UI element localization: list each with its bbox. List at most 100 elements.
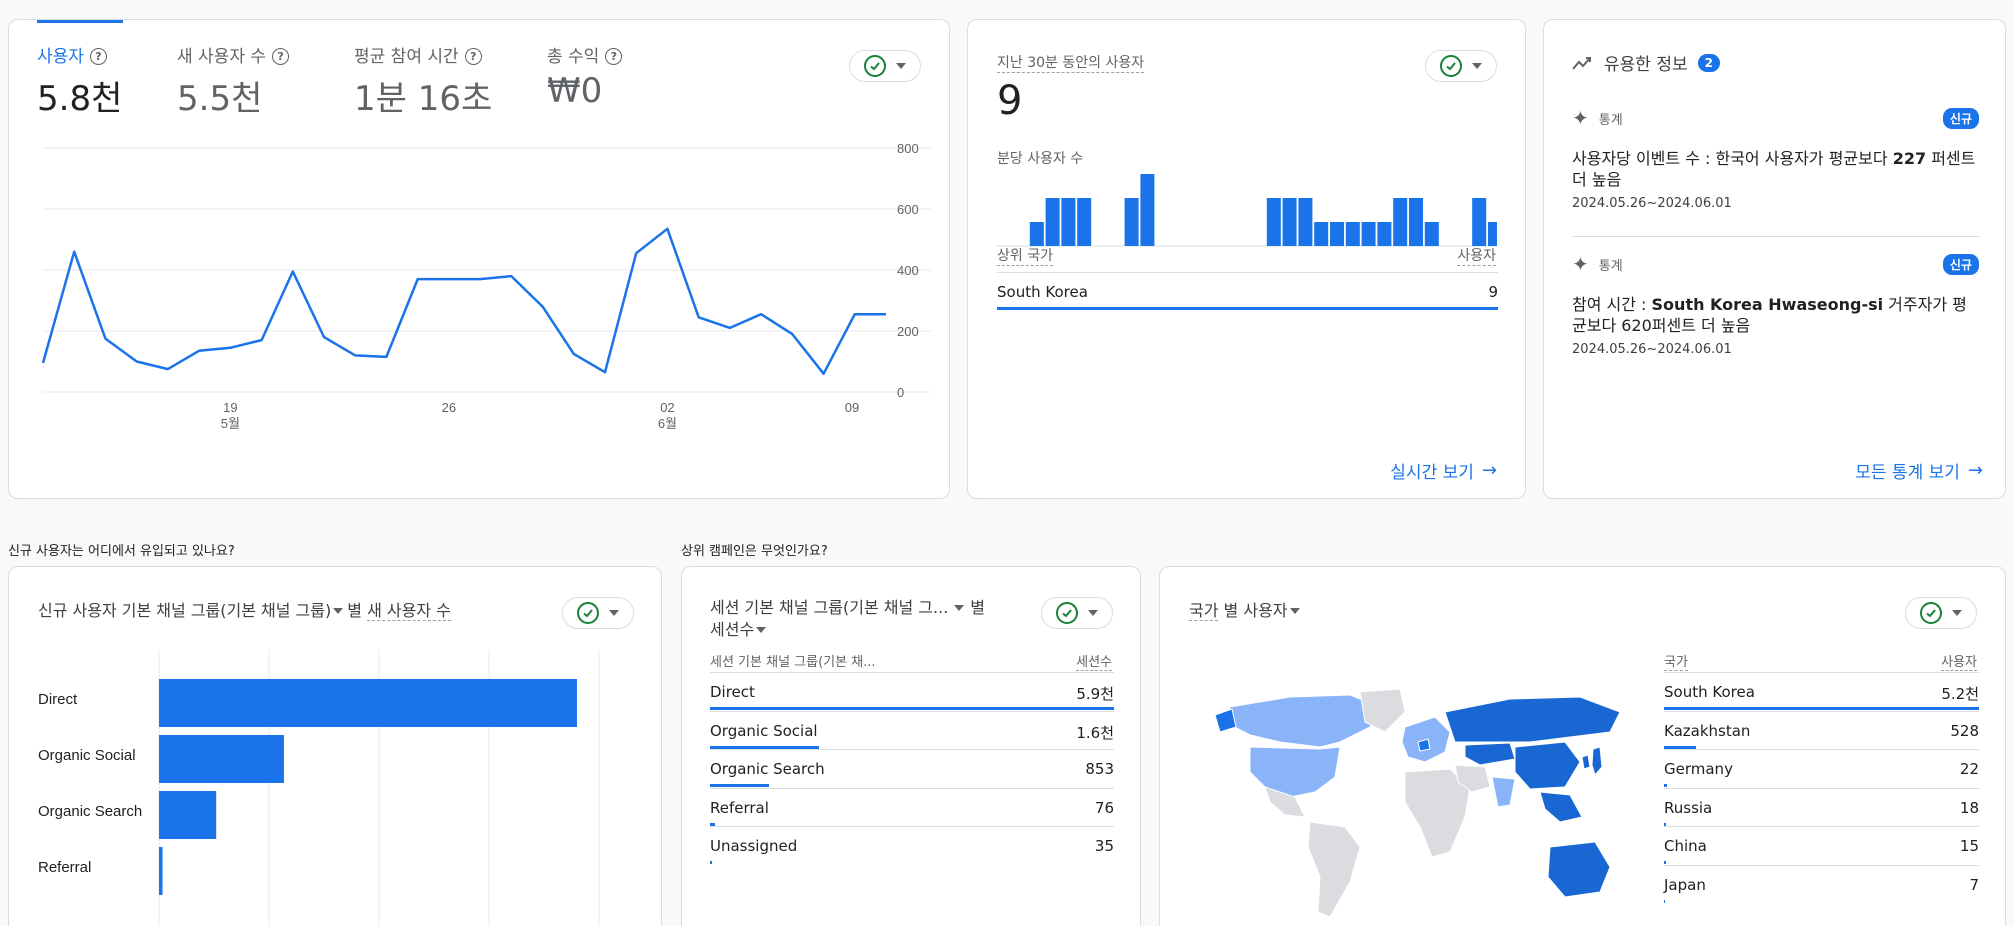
- row-bar: [710, 861, 713, 864]
- row-label: Organic Search: [710, 760, 825, 778]
- row-value: 528: [1950, 721, 1979, 740]
- map-russia[interactable]: [1444, 696, 1621, 743]
- table-row[interactable]: Referral 76: [710, 787, 1114, 826]
- insight-highlight: South Korea Hwaseong-si: [1651, 295, 1884, 314]
- new-badge: 신규: [1942, 107, 1979, 129]
- map-japan[interactable]: [1591, 746, 1603, 777]
- table-row[interactable]: South Korea 5.2천: [1664, 672, 1979, 710]
- country-name: South Korea: [997, 283, 1088, 301]
- row-value: 5.9천: [1076, 685, 1114, 703]
- world-map[interactable]: [1210, 687, 1630, 926]
- map-alaska[interactable]: [1214, 708, 1237, 733]
- x-tick-day: 19: [223, 400, 237, 415]
- minute-bar: [1061, 198, 1076, 246]
- row-bar: [1664, 899, 1666, 903]
- map-australia[interactable]: [1547, 841, 1611, 898]
- category-label: Referral: [38, 859, 91, 876]
- table-row[interactable]: Germany 22: [1664, 749, 1979, 787]
- minute-bar: [1377, 222, 1392, 246]
- chevron-down-icon: [1088, 610, 1098, 616]
- table-row[interactable]: Unassigned 35: [710, 826, 1114, 864]
- row-label: Direct: [710, 683, 755, 701]
- minute-bar: [1045, 198, 1060, 246]
- x-tick-month: 6월: [658, 416, 677, 431]
- y-tick-label: 800: [897, 141, 919, 156]
- y-tick-label: 200: [897, 324, 919, 339]
- category-label: Direct: [38, 691, 78, 708]
- row-value: 22: [1959, 760, 1979, 778]
- insights-card: 유용한 정보 2 ✦ 통계 신규 사용자당 이벤트 수 : 한국어 사용자가 평…: [1543, 19, 2006, 499]
- minute-bar: [1361, 222, 1376, 246]
- sessions-col-dimension: 세션 기본 채널 그룹(기본 채...: [710, 655, 876, 670]
- minute-bar: [1187, 246, 1202, 247]
- row-value: 15: [1959, 837, 1979, 855]
- compare-button[interactable]: [1905, 597, 1977, 629]
- table-row[interactable]: Russia 18: [1664, 787, 1979, 826]
- insight-highlight: 227: [1892, 149, 1927, 168]
- row-value: 5.2천: [1941, 685, 1979, 703]
- all-insights-link[interactable]: 모든 통계 보기 →: [1855, 458, 1983, 483]
- realtime-link[interactable]: 실시간 보기 →: [1390, 458, 1497, 483]
- table-row[interactable]: Direct 5.9천: [710, 672, 1114, 710]
- map-se-asia[interactable]: [1539, 791, 1583, 823]
- map-kazakhstan[interactable]: [1464, 742, 1516, 766]
- chevron-down-icon: [1952, 610, 1962, 616]
- table-row[interactable]: Organic Social 1.6천: [710, 710, 1114, 749]
- divider: [1572, 236, 1979, 237]
- map-china[interactable]: [1514, 741, 1581, 790]
- realtime-link-label: 실시간 보기: [1390, 463, 1474, 483]
- sparkle-icon: ✦: [1572, 106, 1589, 130]
- check-icon: [1920, 602, 1942, 624]
- table-row[interactable]: China 15: [1664, 826, 1979, 864]
- table-row[interactable]: South Korea 9: [997, 272, 1498, 310]
- sessions-title[interactable]: 세션 기본 채널 그룹(기본 채널 그... 별 세션수: [710, 597, 1030, 641]
- country-by: 별 사용자: [1223, 601, 1288, 620]
- minute-bar: [1298, 198, 1313, 246]
- map-usa[interactable]: [1249, 746, 1341, 798]
- map-korea[interactable]: [1581, 754, 1591, 770]
- table-row[interactable]: Japan 7: [1664, 864, 1979, 903]
- table-row[interactable]: Organic Search 853: [710, 749, 1114, 787]
- insight-item-2[interactable]: ✦ 통계 신규 참여 시간 : South Korea Hwaseong-si …: [1572, 252, 1979, 357]
- minute-bar: [1140, 174, 1155, 246]
- insight-date: 2024.05.26~2024.06.01: [1572, 196, 1732, 211]
- minute-bar: [1124, 198, 1139, 246]
- minute-bar: [1330, 222, 1344, 246]
- minute-bar: [1093, 246, 1107, 247]
- table-row[interactable]: Kazakhstan 528: [1664, 710, 1979, 749]
- minute-bar: [1077, 198, 1092, 246]
- chevron-down-icon[interactable]: [1289, 608, 1300, 614]
- row-label: Japan: [1664, 875, 1706, 894]
- country-title[interactable]: 국가 별 사용자: [1189, 597, 1300, 621]
- per-minute-label: 분당 사용자 수: [997, 151, 1084, 167]
- map-canada[interactable]: [1224, 694, 1381, 748]
- insights-header: 유용한 정보 2: [1572, 50, 1720, 75]
- realtime-value: 9: [997, 78, 1023, 124]
- minute-bar: [1472, 198, 1487, 246]
- insight-date: 2024.05.26~2024.06.01: [1572, 342, 1732, 357]
- map-india[interactable]: [1491, 776, 1516, 808]
- minute-bar: [1029, 222, 1044, 246]
- section-question-campaigns: 상위 캠페인은 무엇인가요?: [681, 544, 828, 559]
- check-icon: [1440, 55, 1462, 77]
- row-value: 7: [1969, 875, 1979, 894]
- x-tick-day: 09: [845, 400, 859, 415]
- compare-button[interactable]: [1041, 597, 1113, 629]
- country-col-country: 국가: [1664, 651, 1688, 671]
- category-bar: [159, 847, 163, 895]
- chevron-down-icon: [1472, 63, 1482, 69]
- row-label: Unassigned: [710, 837, 798, 855]
- y-tick-label: 600: [897, 202, 919, 217]
- sparkle-icon: ✦: [1572, 252, 1589, 276]
- category-label: Organic Social: [38, 747, 136, 764]
- minute-bar: [1314, 222, 1329, 246]
- country-users: 9: [1488, 283, 1498, 301]
- compare-button[interactable]: [1425, 50, 1497, 82]
- insight-item-1[interactable]: ✦ 통계 신규 사용자당 이벤트 수 : 한국어 사용자가 평균보다 227 퍼…: [1572, 106, 1979, 211]
- map-south-america[interactable]: [1307, 821, 1361, 918]
- insights-count: 2: [1697, 53, 1720, 72]
- y-tick-label: 400: [897, 263, 919, 278]
- section-question-acquisition: 신규 사용자는 어디에서 유입되고 있나요?: [8, 544, 235, 559]
- chevron-down-icon[interactable]: [954, 605, 965, 611]
- chevron-down-icon[interactable]: [756, 627, 767, 633]
